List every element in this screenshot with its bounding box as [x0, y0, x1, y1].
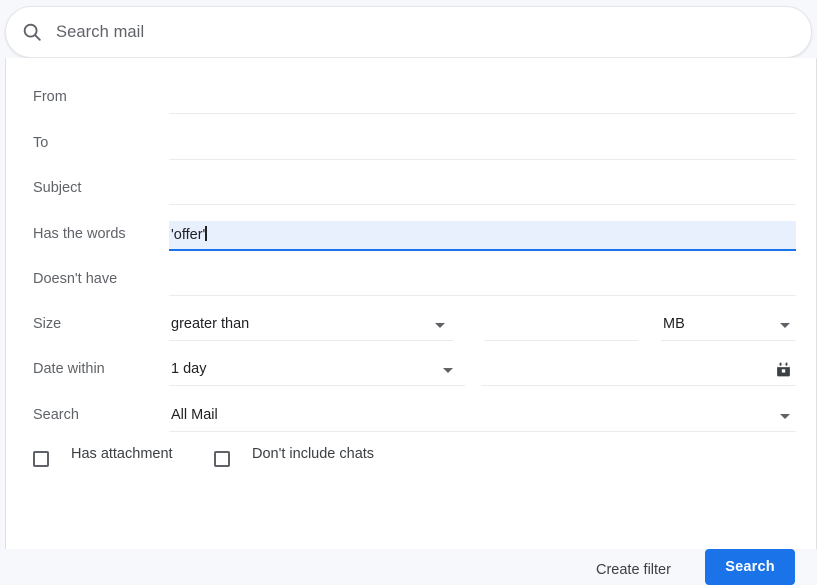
doesnt-have-input[interactable] — [169, 266, 796, 296]
size-unit-select[interactable]: MB — [661, 311, 796, 341]
date-within-value: 1 day — [171, 361, 207, 377]
row-doesnt-have: Doesn't have — [6, 262, 816, 307]
create-filter-button[interactable]: Create filter — [588, 556, 679, 584]
label-date-within: Date within — [33, 361, 105, 377]
row-to: To — [6, 126, 816, 171]
chevron-down-icon — [780, 414, 790, 419]
row-subject: Subject — [6, 171, 816, 216]
size-amount-input[interactable] — [484, 311, 638, 341]
search-button[interactable]: Search — [705, 549, 795, 585]
chevron-down-icon — [443, 368, 453, 373]
date-within-select[interactable]: 1 day — [169, 356, 465, 386]
label-subject: Subject — [33, 180, 82, 196]
chevron-down-icon — [435, 323, 445, 328]
row-from: From — [6, 80, 816, 125]
date-input[interactable] — [481, 356, 796, 386]
label-search-scope: Search — [33, 407, 79, 423]
size-unit-value: MB — [663, 316, 685, 332]
chevron-down-icon — [780, 323, 790, 328]
gmail-advanced-search-screen: Search mail From To Subject Has the word… — [0, 0, 817, 585]
has-the-words-value: 'offer' — [171, 226, 207, 243]
label-from: From — [33, 89, 67, 105]
advanced-search-panel: From To Subject Has the words 'offer' Do… — [5, 58, 817, 585]
has-attachment-label[interactable]: Has attachment — [71, 446, 173, 462]
dont-include-chats-label[interactable]: Don't include chats — [252, 446, 374, 462]
label-to: To — [33, 135, 49, 151]
dont-include-chats-checkbox[interactable] — [214, 451, 230, 467]
row-size: Size greater than MB — [6, 307, 816, 352]
checkbox-row: Has attachment Don't include chats — [6, 446, 816, 478]
text-caret — [205, 226, 207, 241]
row-has-the-words: Has the words 'offer' — [6, 217, 816, 262]
search-scope-value: All Mail — [171, 407, 218, 423]
label-has-the-words: Has the words — [33, 226, 126, 242]
subject-input[interactable] — [169, 175, 796, 205]
size-operator-select[interactable]: greater than — [169, 311, 453, 341]
size-operator-value: greater than — [171, 316, 250, 332]
row-search-scope: Search All Mail — [6, 398, 816, 443]
from-input[interactable] — [169, 84, 796, 114]
row-date-within: Date within 1 day — [6, 352, 816, 397]
label-size: Size — [33, 316, 62, 332]
search-icon — [20, 20, 44, 44]
has-the-words-input[interactable]: 'offer' — [169, 221, 796, 251]
search-input[interactable]: Search mail — [56, 23, 144, 42]
has-attachment-checkbox[interactable] — [33, 451, 49, 467]
search-scope-select[interactable]: All Mail — [169, 402, 796, 432]
label-doesnt-have: Doesn't have — [33, 271, 118, 287]
to-input[interactable] — [169, 130, 796, 160]
calendar-icon[interactable] — [775, 361, 792, 379]
search-bar[interactable]: Search mail — [5, 6, 812, 58]
